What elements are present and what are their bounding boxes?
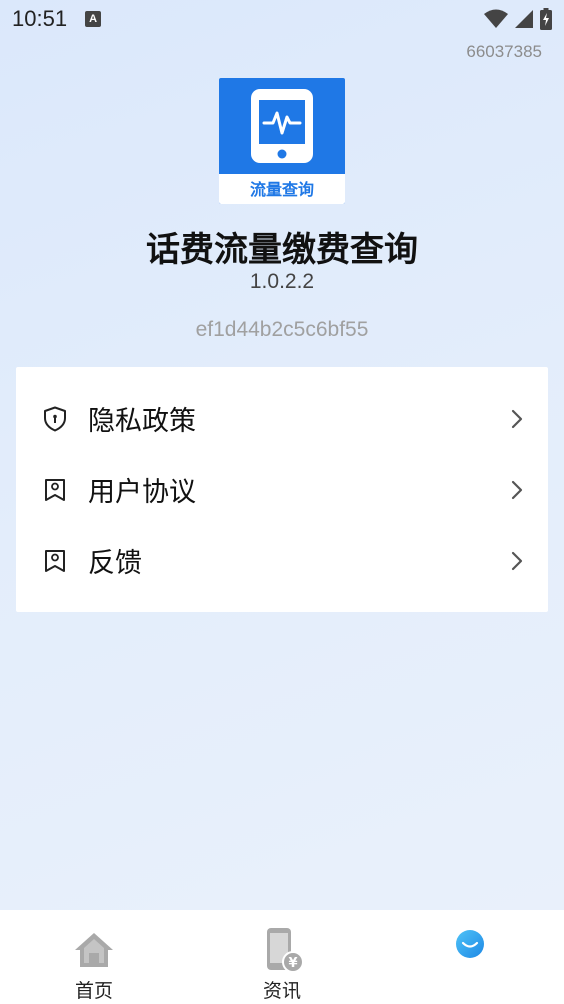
status-left: 10:51 A [12, 6, 102, 32]
svg-text:¥: ¥ [288, 956, 297, 971]
status-time: 10:51 [12, 6, 68, 31]
menu-item-privacy-policy[interactable]: 隐私政策 [16, 383, 548, 454]
battery-icon [540, 8, 552, 30]
app-version: 1.0.2.2 [249, 270, 315, 293]
menu-item-feedback[interactable]: 反馈 [16, 525, 548, 596]
device-hash: ef1d44b2c5c6bf55 [195, 318, 369, 341]
app-name: 话费流量缴费查询 [146, 230, 418, 270]
chevron-right-icon [511, 409, 523, 428]
tab-home[interactable]: 首页 [0, 910, 188, 1004]
app-logo: 流量查询 [219, 78, 345, 204]
a-icon: A [85, 11, 102, 27]
signal-icon [515, 10, 533, 28]
menu-label: 用户协议 [88, 477, 196, 508]
shield-icon [42, 406, 68, 432]
chevron-right-icon [511, 480, 523, 499]
wifi-icon [484, 9, 508, 28]
menu-label: 反馈 [88, 548, 142, 579]
user-id: 66037385 [466, 42, 542, 61]
tab-profile[interactable] [376, 910, 564, 1004]
menu-item-user-agreement[interactable]: 用户协议 [16, 454, 548, 525]
phone-yuan-icon: ¥ [260, 928, 304, 973]
home-icon [72, 928, 116, 972]
bottom-tab-bar: 首页 ¥ 资讯 [0, 910, 564, 1004]
document-icon [42, 548, 68, 574]
tab-label: 资讯 [262, 980, 301, 1002]
status-right [484, 8, 552, 30]
smile-icon [448, 928, 492, 972]
status-bar: 10:51 A [0, 0, 564, 38]
chevron-right-icon [511, 551, 523, 570]
tab-label: 首页 [74, 980, 113, 1002]
tab-news[interactable]: ¥ 资讯 [188, 910, 376, 1004]
document-icon [42, 477, 68, 503]
menu-card: 隐私政策 用户协议 反馈 [16, 367, 548, 612]
menu-label: 隐私政策 [88, 406, 196, 437]
logo-label: 流量查询 [249, 180, 314, 199]
